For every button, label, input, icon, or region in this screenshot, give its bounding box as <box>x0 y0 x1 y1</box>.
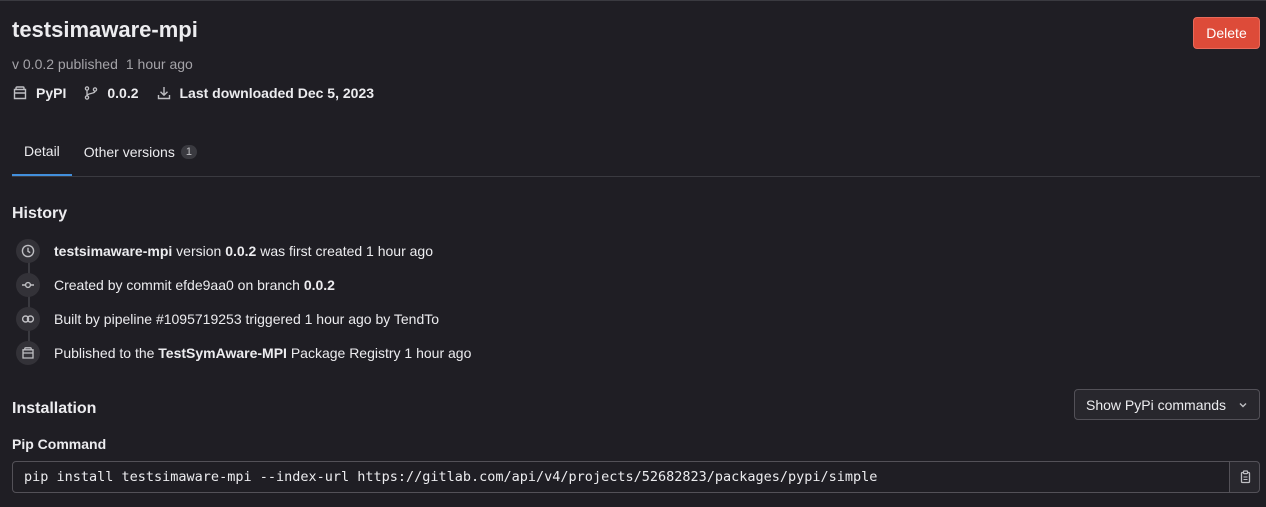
tab-detail[interactable]: Detail <box>12 128 72 176</box>
tabs: Detail Other versions 1 <box>12 128 1260 177</box>
tab-other-versions-label: Other versions <box>83 144 175 160</box>
page-title: testsimaware-mpi <box>12 17 198 42</box>
history-item-pipeline: Built by pipeline #1095719253 triggered … <box>16 307 439 331</box>
last-downloaded-label: Last downloaded Dec 5, 2023 <box>179 85 375 101</box>
chevron-down-icon <box>1239 403 1247 408</box>
package-icon <box>13 86 27 100</box>
show-commands-label: Show PyPi commands <box>1086 396 1227 413</box>
pip-command-label: Pip Command <box>12 436 107 452</box>
tab-other-versions[interactable]: Other versions 1 <box>72 128 209 176</box>
package-branch: 0.0.2 <box>83 85 139 101</box>
package-type-label: PyPI <box>36 85 67 101</box>
show-commands-dropdown[interactable]: Show PyPi commands <box>1074 389 1260 420</box>
copy-command-button[interactable] <box>1229 461 1260 493</box>
history-heading: History <box>12 205 68 222</box>
delete-button[interactable]: Delete <box>1193 17 1260 49</box>
installation-heading: Installation <box>12 400 97 417</box>
clock-icon <box>16 239 40 263</box>
package-meta: PyPI 0.0.2 Last downloaded Dec 5, 2023 <box>12 85 391 101</box>
version-published: v 0.0.2 published <box>12 56 118 72</box>
published-time: 1 hour ago <box>125 56 193 72</box>
history-item-created: testsimaware-mpi version 0.0.2 was first… <box>16 239 433 263</box>
package-icon <box>16 341 40 365</box>
history-item-commit: Created by commit efde9aa0 on branch 0.0… <box>16 273 335 297</box>
branch-label: 0.0.2 <box>107 85 139 101</box>
versions-count-badge: 1 <box>180 145 197 159</box>
download-icon <box>157 87 170 100</box>
last-downloaded: Last downloaded Dec 5, 2023 <box>156 85 375 101</box>
pip-command-field[interactable]: pip install testsimaware-mpi --index-url… <box>12 461 1230 493</box>
history-package-name: testsimaware-mpi <box>54 243 173 259</box>
tab-detail-label: Detail <box>24 143 60 159</box>
pipeline-icon <box>16 307 40 331</box>
copy-icon <box>1240 470 1250 484</box>
timeline-connector <box>28 251 30 351</box>
branch-icon <box>85 86 98 100</box>
publish-info: v 0.0.2 published 1 hour ago <box>12 56 193 72</box>
package-type: PyPI <box>12 85 66 101</box>
commit-icon <box>16 273 40 297</box>
history-item-published: Published to the TestSymAware-MPI Packag… <box>16 341 471 365</box>
